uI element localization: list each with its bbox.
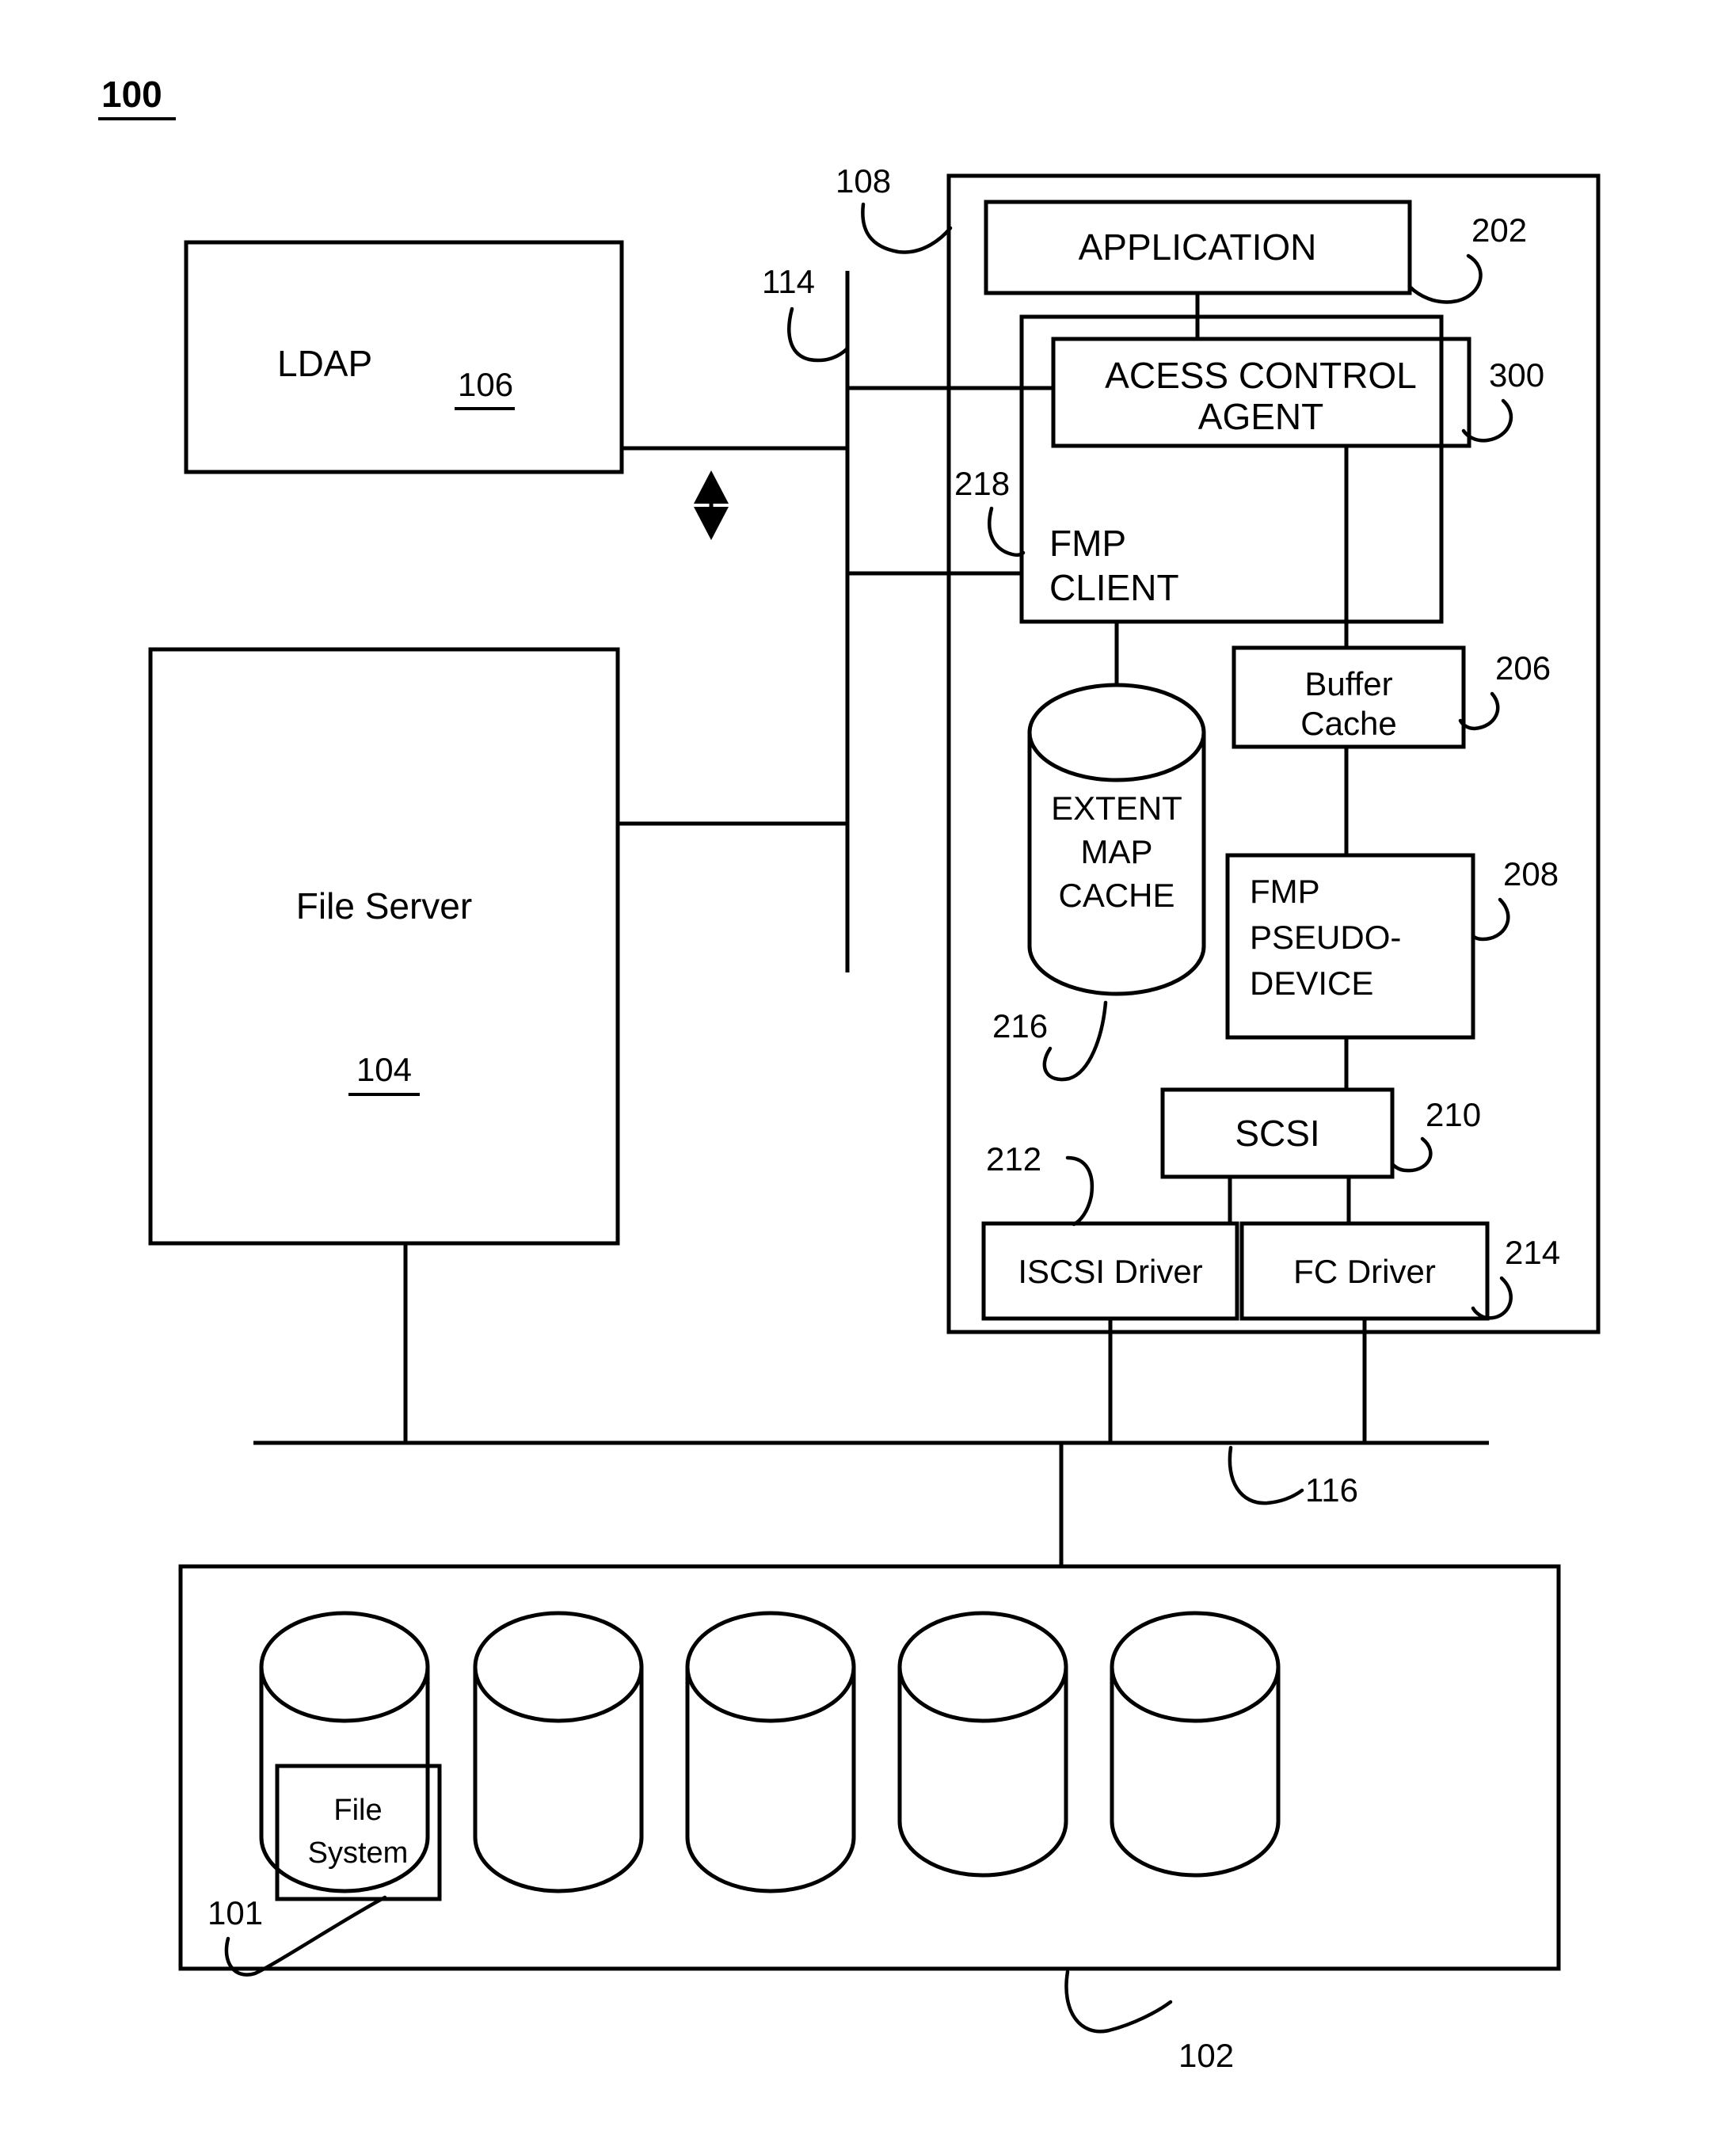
- fmp-pseudo-device-label-line3: DEVICE: [1250, 965, 1373, 1002]
- buffer-cache-block[interactable]: Buffer Cache 206: [1232, 645, 1551, 749]
- storage-array-ref: 102: [1178, 2037, 1234, 2074]
- iscsi-driver-ref: 212: [986, 1140, 1041, 1178]
- storage-array-leader: [1064, 1969, 1173, 2034]
- host-ref: 108: [836, 162, 891, 200]
- ldap-block[interactable]: LDAP 106: [184, 240, 624, 474]
- file-server-label: File Server: [296, 885, 472, 927]
- bus-114-ref: 114: [762, 263, 815, 300]
- scsi-label: SCSI: [1235, 1113, 1319, 1154]
- iscsi-driver-block[interactable]: ISCSI Driver 212: [981, 1140, 1239, 1321]
- disk-2-top: [473, 1611, 644, 1723]
- fc-driver-leader: [1471, 1276, 1513, 1320]
- access-control-agent-label-line2: AGENT: [1198, 396, 1323, 437]
- bidirectional-arrow-head-down: [694, 507, 729, 540]
- disk-4-top: [897, 1611, 1068, 1723]
- fc-driver-label: FC Driver: [1293, 1253, 1436, 1290]
- scsi-leader: [1390, 1136, 1433, 1173]
- disk-3[interactable]: [685, 1611, 856, 1893]
- access-control-agent-label-line1: ACESS CONTROL: [1105, 355, 1417, 396]
- diagram-svg: 100 LDAP 106 File Server 104 114 108 APP…: [98, 74, 1601, 2074]
- access-control-agent-ref: 300: [1489, 356, 1544, 394]
- disk-4[interactable]: [897, 1611, 1068, 1878]
- fmp-pseudo-device-label-line1: FMP: [1250, 873, 1320, 910]
- file-system-label-line2: System: [308, 1836, 409, 1870]
- access-control-agent-block[interactable]: ACESS CONTROL AGENT 300: [1051, 337, 1544, 448]
- iscsi-driver-leader: [1065, 1155, 1095, 1227]
- file-server-block[interactable]: File Server 104: [148, 647, 620, 1246]
- application-label: APPLICATION: [1079, 226, 1317, 268]
- ldap-label: LDAP: [277, 343, 372, 384]
- scsi-block[interactable]: SCSI 210: [1160, 1087, 1481, 1179]
- extent-map-cache-leader: [1042, 1000, 1108, 1082]
- disk-1-top: [259, 1611, 430, 1723]
- bus-116-leader: [1228, 1445, 1304, 1505]
- application-leader: [1407, 253, 1483, 304]
- file-system-ref: 101: [207, 1894, 263, 1931]
- extent-map-cache-label-line2: MAP: [1080, 833, 1152, 870]
- file-server-box[interactable]: [148, 647, 620, 1246]
- disk-2[interactable]: [473, 1611, 644, 1893]
- ldap-ref: 106: [458, 366, 513, 403]
- buffer-cache-ref: 206: [1495, 649, 1551, 687]
- application-block[interactable]: APPLICATION 202: [984, 200, 1527, 304]
- bus-114-leader: [787, 306, 850, 363]
- bus-116-ref: 116: [1305, 1471, 1358, 1509]
- host-leader: [861, 202, 953, 254]
- disk-5-top: [1110, 1611, 1281, 1723]
- application-ref: 202: [1471, 211, 1527, 249]
- ldap-box[interactable]: [184, 240, 624, 474]
- scsi-ref: 210: [1426, 1096, 1481, 1133]
- extent-map-cache-ref: 216: [992, 1007, 1048, 1045]
- fc-driver-ref: 214: [1505, 1234, 1560, 1271]
- buffer-cache-label-line1: Buffer: [1304, 665, 1392, 702]
- fmp-pseudo-device-leader: [1471, 897, 1510, 942]
- fc-driver-block[interactable]: FC Driver 214: [1239, 1221, 1560, 1321]
- disk-5[interactable]: [1110, 1611, 1281, 1878]
- figure-canvas: 100 LDAP 106 File Server 104 114 108 APP…: [0, 0, 1736, 2154]
- bus-114-group: 114: [762, 263, 850, 972]
- fmp-pseudo-device-block[interactable]: FMP PSEUDO- DEVICE 208: [1225, 853, 1559, 1040]
- fmp-pseudo-device-ref: 208: [1503, 855, 1559, 892]
- extent-map-cache-label-line3: CACHE: [1058, 877, 1174, 914]
- fmp-pseudo-device-label-line2: PSEUDO-: [1250, 919, 1401, 956]
- fmp-client-leader: [988, 506, 1026, 558]
- iscsi-driver-label: ISCSI Driver: [1018, 1253, 1202, 1290]
- buffer-cache-label-line2: Cache: [1300, 705, 1396, 742]
- extent-map-cache-label-line1: EXTENT: [1051, 790, 1182, 827]
- fmp-client-label-line1: FMP: [1049, 523, 1126, 564]
- bus-116-group: 116: [253, 1440, 1489, 1509]
- disk-3-top: [685, 1611, 856, 1723]
- bidirectional-arrow-head-up: [694, 470, 729, 504]
- file-system-label-line1: File: [333, 1794, 382, 1827]
- buffer-cache-leader: [1458, 691, 1500, 731]
- figure-number: 100: [101, 74, 162, 115]
- bidirectional-arrow-icon: [694, 470, 729, 540]
- extent-map-cache-cylinder-top: [1027, 683, 1206, 782]
- figure-number-group: 100: [98, 74, 176, 120]
- fmp-client-label-line2: CLIENT: [1049, 567, 1179, 608]
- extent-map-cache-block[interactable]: EXTENT MAP CACHE 216: [992, 683, 1206, 1082]
- fmp-client-ref: 218: [954, 465, 1010, 502]
- file-server-ref: 104: [356, 1051, 412, 1088]
